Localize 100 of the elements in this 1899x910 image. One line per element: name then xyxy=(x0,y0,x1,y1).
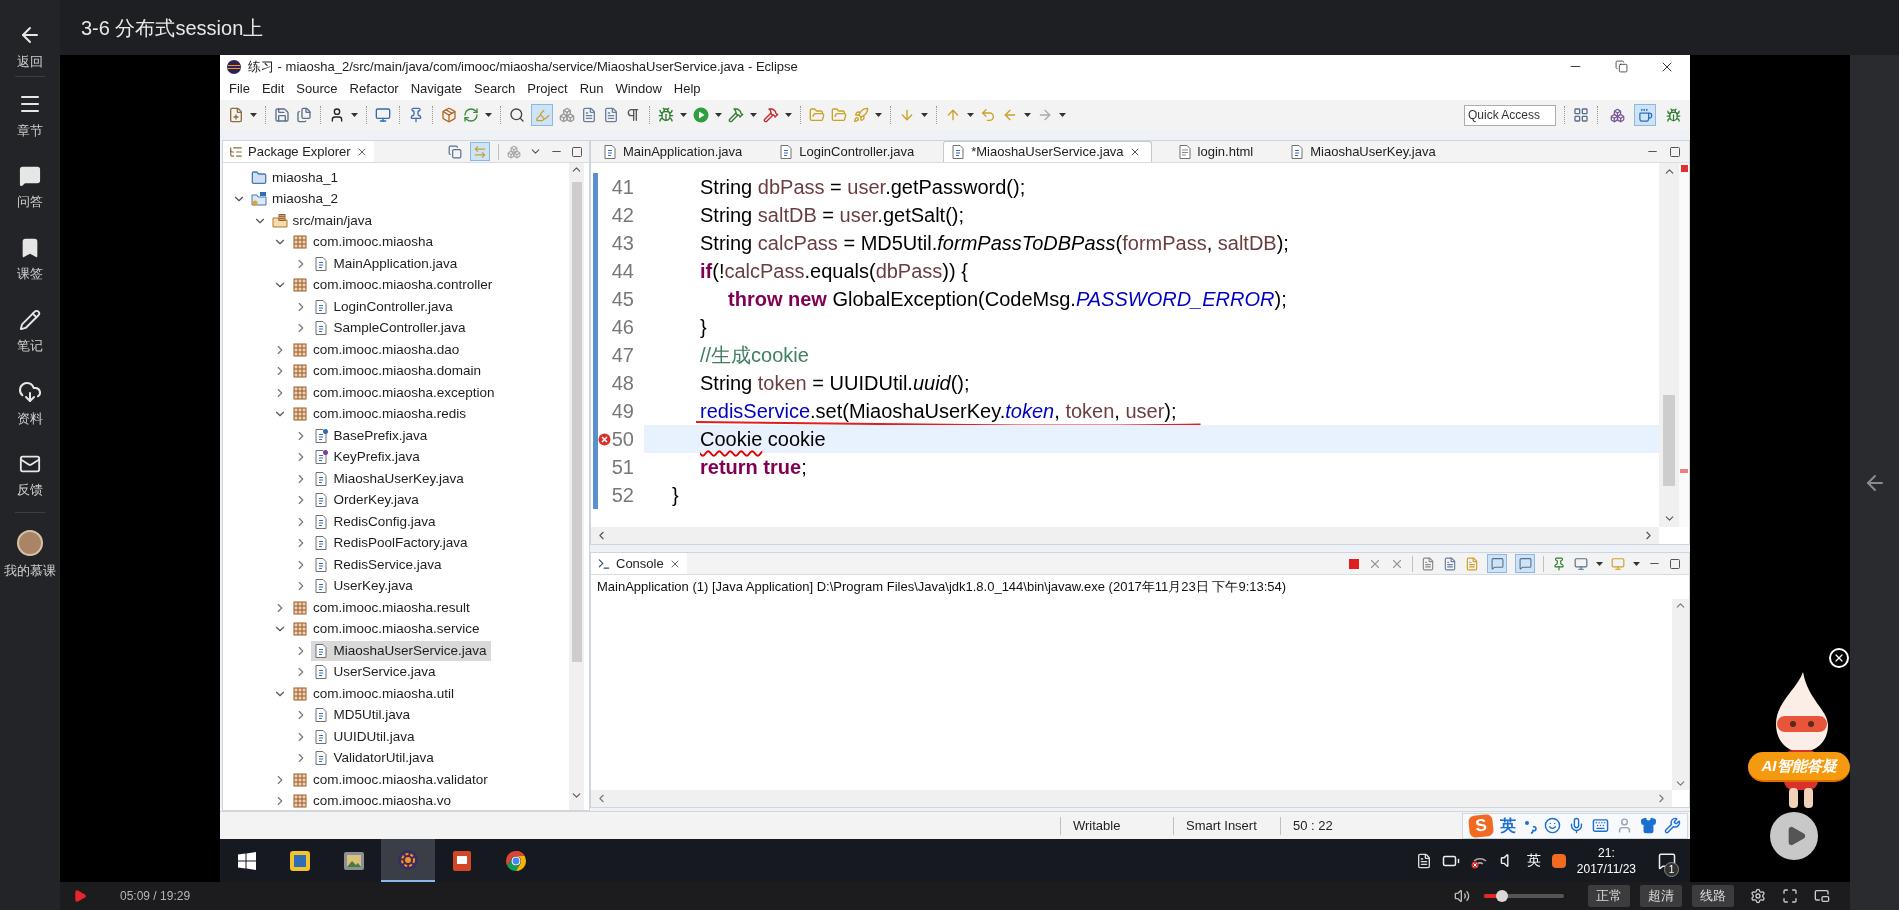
stop-icon[interactable] xyxy=(1348,557,1360,570)
dropdown-caret-icon[interactable] xyxy=(1024,113,1031,117)
clock-time[interactable]: 21: xyxy=(1598,844,1615,861)
maximize-icon[interactable] xyxy=(571,145,583,158)
dropdown-caret-icon[interactable] xyxy=(921,113,928,117)
dropdown-caret-icon[interactable] xyxy=(1633,561,1640,566)
tree-item[interactable]: com.imooc.miaosha.util xyxy=(290,683,459,704)
monitor-icon[interactable] xyxy=(1574,556,1588,571)
sidebar-item[interactable]: 课签 xyxy=(0,224,60,296)
tree-item[interactable]: com.imooc.miaosha.controller xyxy=(290,275,497,296)
settings-icon[interactable] xyxy=(1750,888,1766,904)
tree-item[interactable]: com.imooc.miaosha.domain xyxy=(290,361,486,382)
dropdown-caret-icon[interactable] xyxy=(485,113,492,117)
sidebar-item[interactable]: 笔记 xyxy=(0,296,60,368)
tree-item[interactable]: UUIDUtil.java xyxy=(310,726,419,747)
dropdown-caret-icon[interactable] xyxy=(875,113,882,117)
dropdown-caret-icon[interactable] xyxy=(785,113,792,117)
scrollbar-thumb[interactable] xyxy=(571,182,582,662)
tree-item[interactable]: RedisConfig.java xyxy=(310,511,440,532)
tree-item[interactable]: BasePrefix.java xyxy=(310,425,432,446)
maximize-icon[interactable] xyxy=(1669,145,1681,158)
tree-view-icon[interactable] xyxy=(229,144,243,159)
menu-item[interactable]: Help xyxy=(667,79,707,99)
package-icon[interactable] xyxy=(441,107,457,123)
tree-item[interactable]: com.imooc.miaosha.dao xyxy=(290,339,464,360)
pilcrow-icon[interactable] xyxy=(625,107,641,123)
tree-item[interactable]: com.imooc.miaosha xyxy=(290,232,438,253)
gear-app-icon[interactable] xyxy=(396,847,420,872)
dropdown-caret-icon[interactable] xyxy=(351,113,358,117)
menu-item[interactable]: Window xyxy=(609,79,668,99)
player-option-button[interactable]: 超清 xyxy=(1640,885,1682,907)
user-icon[interactable] xyxy=(329,107,345,123)
layout-grid-icon[interactable] xyxy=(1573,107,1589,123)
ime-mode[interactable]: 英 xyxy=(1500,813,1516,838)
tree-item[interactable]: com.imooc.miaosha.result xyxy=(290,597,474,618)
refresh-icon[interactable] xyxy=(463,107,479,123)
dropdown-caret-icon[interactable] xyxy=(715,113,722,117)
player-option-button[interactable]: 正常 xyxy=(1588,885,1630,907)
tree-item[interactable]: LoginController.java xyxy=(310,296,457,317)
horizontal-scrollbar[interactable] xyxy=(591,790,1672,807)
boxes-icon[interactable] xyxy=(559,107,575,123)
editor-tab[interactable]: MiaoshaUserKey.java xyxy=(1282,141,1447,162)
volume-slider[interactable] xyxy=(1484,890,1564,902)
scrollbar[interactable] xyxy=(1672,599,1689,790)
terminal-icon[interactable] xyxy=(597,556,611,571)
sidebar-item[interactable]: 问答 xyxy=(0,152,60,224)
tray-input-mode[interactable]: 英 xyxy=(1526,850,1541,871)
wrench-icon[interactable] xyxy=(1664,817,1681,834)
keyboard-icon[interactable] xyxy=(1592,817,1609,834)
tree-item[interactable]: miaosha_2 xyxy=(249,189,343,210)
menu-item[interactable]: Run xyxy=(573,79,610,99)
pin-icon[interactable] xyxy=(1552,556,1566,571)
menu-item[interactable]: Navigate xyxy=(404,79,468,99)
sidebar-item[interactable]: 资料 xyxy=(0,368,60,440)
volume-icon[interactable] xyxy=(1454,888,1470,904)
error-marker[interactable] xyxy=(1680,469,1688,473)
sidebar-item[interactable]: 返回 xyxy=(0,18,60,76)
tree-item[interactable]: com.imooc.miaosha.vo xyxy=(290,791,456,810)
tree-item[interactable]: ValidatorUtil.java xyxy=(310,748,438,769)
maximize-icon[interactable] xyxy=(1669,557,1681,570)
tree-item[interactable]: com.imooc.miaosha.service xyxy=(290,619,484,640)
tree-item[interactable]: com.imooc.miaosha.validator xyxy=(290,769,492,790)
view-tab[interactable]: Console xyxy=(591,553,687,574)
menu-item[interactable]: Search xyxy=(468,79,522,99)
new-file-icon[interactable] xyxy=(228,107,244,123)
save-icon[interactable] xyxy=(274,107,290,123)
tree-item[interactable]: OrderKey.java xyxy=(310,490,423,511)
play-icon[interactable] xyxy=(73,889,87,903)
tree-item[interactable]: MiaoshaUserKey.java xyxy=(310,468,468,489)
player-option-button[interactable]: 线路 xyxy=(1692,885,1734,907)
color-wheel-icon[interactable] xyxy=(504,848,528,873)
quick-access-field[interactable]: Quick Access xyxy=(1464,104,1556,126)
sidebar-item[interactable]: 章节 xyxy=(0,80,60,152)
smile-icon[interactable] xyxy=(1544,817,1561,834)
horizontal-scrollbar[interactable] xyxy=(591,527,1659,544)
dropdown-caret-icon[interactable] xyxy=(750,113,757,117)
editor-tab[interactable]: MainApplication.java xyxy=(595,141,754,162)
tree-item[interactable]: src/main/java xyxy=(269,210,377,231)
scrollbar[interactable] xyxy=(1659,163,1679,527)
search-icon[interactable] xyxy=(509,107,525,123)
error-marker[interactable] xyxy=(1680,165,1688,172)
cloud-download-icon[interactable] xyxy=(18,379,42,404)
fullscreen-icon[interactable] xyxy=(1782,888,1798,904)
dropdown-caret-icon[interactable] xyxy=(1059,113,1066,117)
tree-item[interactable]: com.imooc.miaosha.redis xyxy=(290,404,471,425)
restore-icon[interactable] xyxy=(1614,60,1628,73)
picture-in-picture-icon[interactable] xyxy=(1814,888,1830,904)
sidebar-item[interactable]: 我的慕课 xyxy=(0,513,60,597)
tree-item[interactable]: MainApplication.java xyxy=(310,253,462,274)
tree-item[interactable]: MD5Util.java xyxy=(310,705,415,726)
menu-item[interactable]: File xyxy=(223,79,256,99)
tree-item[interactable]: UserService.java xyxy=(310,662,440,683)
microphone-icon[interactable] xyxy=(1568,817,1585,834)
editor-tab[interactable]: login.html xyxy=(1169,141,1265,162)
pencil-icon[interactable] xyxy=(19,308,41,331)
menu-item[interactable]: Project xyxy=(521,79,574,99)
taskbar-app[interactable] xyxy=(381,839,435,882)
tree-item[interactable]: RedisPoolFactory.java xyxy=(310,533,472,554)
hammer-icon[interactable] xyxy=(728,107,744,123)
editor-tab[interactable]: *MiaoshaUserService.java xyxy=(943,141,1152,162)
